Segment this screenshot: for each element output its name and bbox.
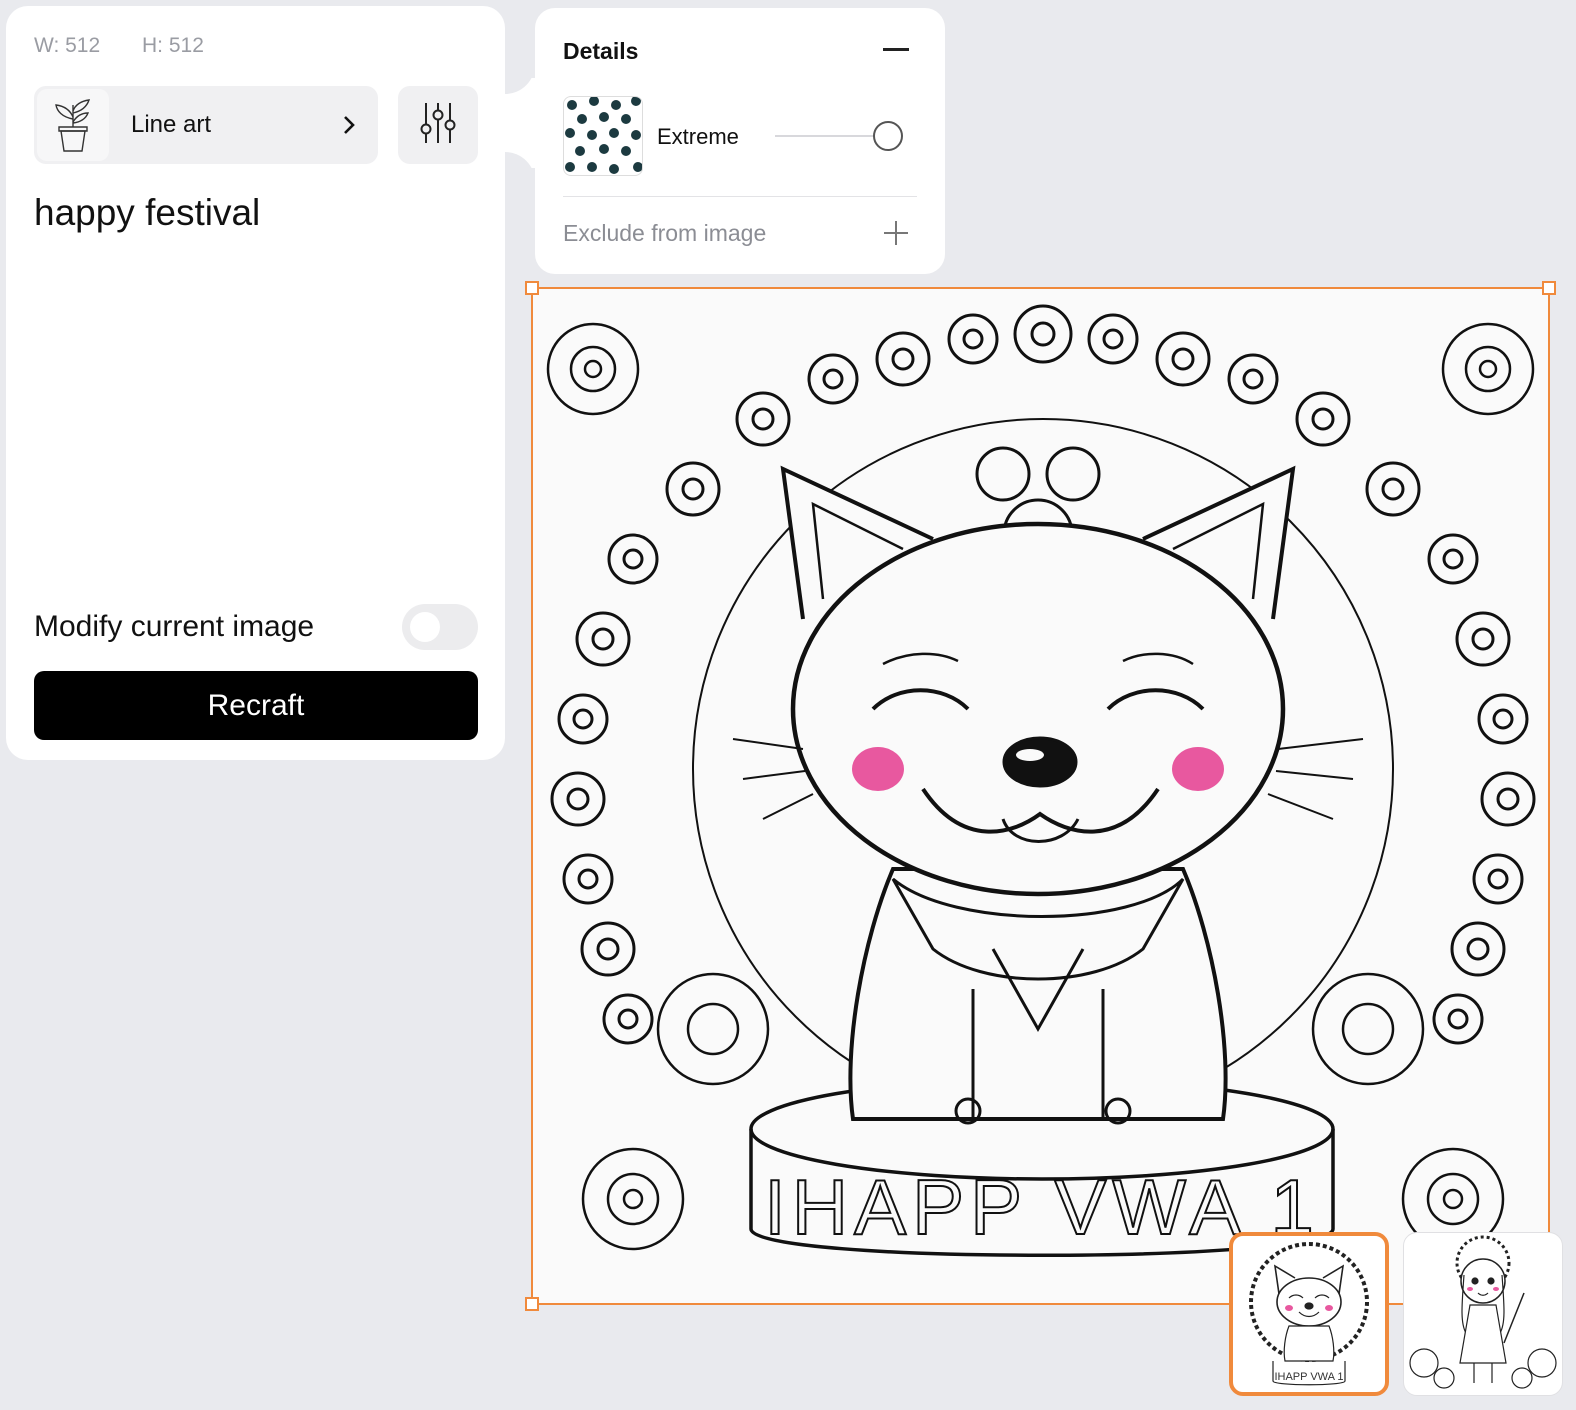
thumbnail-banner-text: IHAPP VWA 1 <box>1274 1371 1343 1383</box>
girl-thumbnail-art <box>1409 1235 1557 1389</box>
plus-icon[interactable] <box>883 220 909 251</box>
style-name: Line art <box>131 111 212 138</box>
cat-line-art: IHAPP VWA 1 <box>546 304 1536 1257</box>
prompt-input[interactable]: happy festival <box>34 192 260 234</box>
panel-connector <box>505 64 535 182</box>
detail-level-preview <box>563 96 643 176</box>
resize-handle-top-left[interactable] <box>525 281 539 295</box>
slider-thumb[interactable] <box>873 121 903 151</box>
variant-thumbnail-2[interactable] <box>1403 1232 1563 1396</box>
slider-track <box>775 135 879 137</box>
width-label[interactable]: W: 512 <box>34 34 100 57</box>
generated-image[interactable]: IHAPP VWA 1 <box>525 281 1556 1311</box>
dots-pattern-icon <box>565 97 642 174</box>
modify-label: Modify current image <box>34 610 315 643</box>
recraft-button[interactable]: Recraft <box>34 671 478 740</box>
variant-thumbnail-1[interactable]: IHAPP VWA 1 <box>1229 1232 1389 1396</box>
modify-toggle[interactable] <box>402 604 478 650</box>
detail-level-label: Extreme <box>657 124 739 149</box>
potted-plant-icon <box>37 89 109 161</box>
resize-handle-top-right[interactable] <box>1542 281 1556 295</box>
cat-thumbnail-art: IHAPP VWA 1 <box>1249 1242 1369 1386</box>
prompt-panel: W: 512 H: 512 Line art happy festival Mo… <box>6 6 505 760</box>
collapse-icon[interactable] <box>883 48 909 51</box>
style-picker-button[interactable]: Line art <box>34 86 378 164</box>
chevron-right-icon <box>342 114 356 136</box>
height-label[interactable]: H: 512 <box>142 34 204 57</box>
resize-handle-bottom-left[interactable] <box>525 1297 539 1311</box>
style-settings-button[interactable] <box>398 86 478 164</box>
toggle-knob <box>410 612 440 642</box>
detail-slider[interactable] <box>775 116 905 156</box>
details-panel: Details Extreme Exclude from image <box>535 8 945 274</box>
sliders-icon <box>418 101 458 150</box>
image-dimensions: W: 512 H: 512 <box>34 34 240 58</box>
exclude-label[interactable]: Exclude from image <box>563 220 766 247</box>
divider <box>563 196 917 197</box>
modify-row: Modify current image <box>34 604 478 650</box>
details-title: Details <box>563 38 639 64</box>
